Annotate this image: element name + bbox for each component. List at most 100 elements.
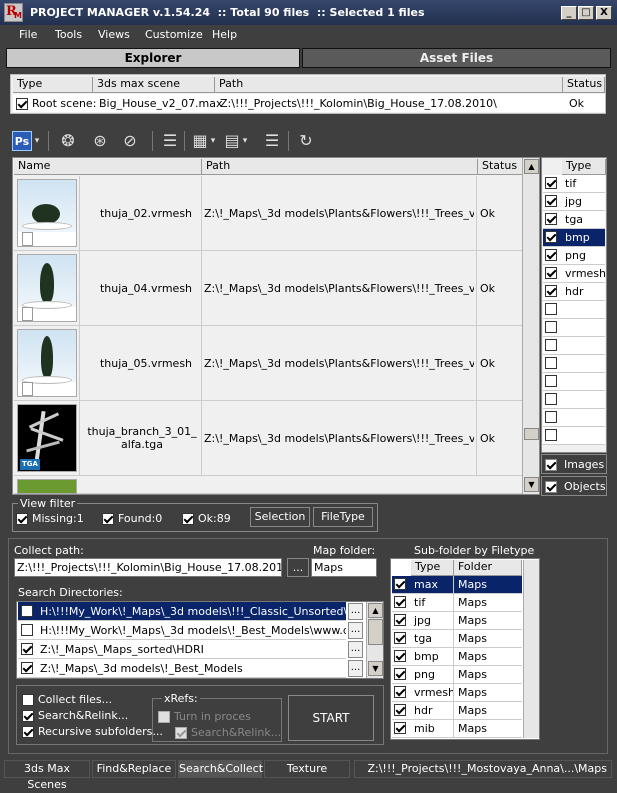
scene-row[interactable]: Root scene: Big_House_v2_07.max Z:\!!!_P… — [13, 94, 605, 112]
maximize-button[interactable]: □ — [578, 6, 594, 20]
type-filter-row[interactable] — [543, 391, 605, 409]
subfolder-checkbox[interactable] — [394, 668, 406, 680]
detail-dropdown-icon[interactable]: ▾ — [240, 131, 250, 151]
search-dir-browse-button[interactable]: ... — [348, 622, 363, 639]
recursive-option[interactable]: Recursive subfolders... — [22, 725, 163, 738]
subfolder-folder[interactable]: Maps — [458, 686, 487, 699]
subfolder-scrollbar[interactable] — [523, 560, 539, 738]
close-button[interactable]: X — [596, 6, 612, 20]
scene-checkbox[interactable] — [16, 98, 28, 110]
tab-3ds-max-scenes[interactable]: 3ds Max Scenes — [4, 760, 90, 791]
search-dir-row[interactable]: H:\!!!My_Work\!_Maps\_3d models\!_Best_M… — [18, 621, 346, 640]
subfolder-checkbox[interactable] — [394, 686, 406, 698]
photoshop-icon[interactable]: Ps — [12, 131, 32, 151]
dirs-scroll-thumb[interactable] — [368, 619, 383, 645]
type-checkbox[interactable] — [545, 411, 557, 423]
search-dir-browse-button[interactable]: ... — [348, 660, 363, 677]
type-filter-row[interactable] — [543, 319, 605, 337]
search-dir-browse-button[interactable]: ... — [348, 603, 363, 620]
images-toggle[interactable]: Images — [541, 454, 607, 474]
search-dir-row[interactable]: Z:\!_Maps\_Maps_sorted\HDRI — [18, 640, 346, 659]
file-row-partial[interactable] — [14, 476, 537, 494]
subfolder-folder[interactable]: Maps — [458, 722, 487, 735]
type-filter-row[interactable]: tga — [543, 211, 605, 229]
dirs-scroll-down-icon[interactable]: ▼ — [368, 661, 383, 676]
type-checkbox[interactable] — [545, 303, 557, 315]
type-checkbox[interactable] — [545, 231, 557, 243]
checker-icon[interactable]: ⊛ — [90, 131, 110, 151]
type-checkbox[interactable] — [545, 357, 557, 369]
subfolder-checkbox[interactable] — [394, 596, 406, 608]
type-checkbox[interactable] — [545, 213, 557, 225]
collect-maps-icon[interactable]: ❂ — [58, 131, 78, 151]
menu-views[interactable]: Views — [98, 28, 130, 41]
filetype-button[interactable]: FileType — [313, 507, 373, 527]
scroll-thumb[interactable] — [524, 428, 539, 440]
tab-explorer[interactable]: Explorer — [6, 48, 300, 68]
subfolder-folder[interactable]: Maps — [458, 632, 487, 645]
type-checkbox[interactable] — [545, 339, 557, 351]
search-dir-checkbox[interactable] — [21, 662, 33, 674]
type-filter-row[interactable]: hdr — [543, 283, 605, 301]
file-row[interactable]: thuja_04.vrmesh Z:\!_Maps\_3d models\Pla… — [14, 251, 537, 326]
file-scrollbar[interactable]: ▲ ▼ — [522, 158, 539, 494]
dirs-scrollbar[interactable]: ▲ ▼ — [366, 602, 383, 678]
turn-in-option[interactable]: Turn in proces — [158, 710, 251, 723]
menu-tools[interactable]: Tools — [55, 28, 82, 41]
refresh-icon[interactable]: ↻ — [296, 131, 316, 151]
search-dir-checkbox[interactable] — [21, 624, 33, 636]
browse-button[interactable]: ... — [287, 558, 309, 577]
tab-find-replace[interactable]: Find&Replace — [92, 760, 176, 778]
type-checkbox[interactable] — [545, 393, 557, 405]
search-relink-option[interactable]: Search&Relink... — [22, 709, 128, 722]
subfolder-folder[interactable]: Maps — [458, 668, 487, 681]
type-checkbox[interactable] — [545, 177, 557, 189]
search-dir-checkbox[interactable] — [21, 643, 33, 655]
subfolder-checkbox[interactable] — [394, 578, 406, 590]
tab-texture[interactable]: Texture — [264, 760, 350, 778]
type-filter-row[interactable]: jpg — [543, 193, 605, 211]
ps-dropdown-icon[interactable]: ▾ — [32, 131, 42, 151]
map-folder-input[interactable]: Maps — [311, 558, 377, 577]
menu-customize[interactable]: Customize — [145, 28, 203, 41]
type-checkbox[interactable] — [545, 195, 557, 207]
scroll-down-icon[interactable]: ▼ — [524, 477, 539, 492]
subfolder-checkbox[interactable] — [394, 632, 406, 644]
type-filter-row[interactable] — [543, 301, 605, 319]
subfolder-row[interactable]: hdr Maps — [392, 702, 522, 720]
subfolder-row[interactable]: tga Maps — [392, 630, 522, 648]
thumbnail-view-icon[interactable]: ▦ — [190, 131, 210, 151]
search-dir-row[interactable]: Z:\!_Maps\_3d models\!_Best_Models — [18, 659, 346, 678]
type-filter-row[interactable]: tif — [543, 175, 605, 193]
type-filter-row[interactable]: png — [543, 247, 605, 265]
search-dir-browse-button[interactable]: ... — [348, 641, 363, 658]
subfolder-checkbox[interactable] — [394, 650, 406, 662]
type-filter-row[interactable] — [543, 409, 605, 427]
tab-asset-files[interactable]: Asset Files — [302, 48, 611, 68]
subfolder-folder[interactable]: Maps — [458, 596, 487, 609]
detail-view-icon[interactable]: ▤ — [222, 131, 242, 151]
relink-icon[interactable]: ⊘ — [120, 131, 140, 151]
search-dir-checkbox[interactable] — [21, 605, 33, 617]
dirs-scroll-up-icon[interactable]: ▲ — [368, 603, 383, 618]
list-view-icon[interactable]: ☰ — [262, 131, 282, 151]
type-checkbox[interactable] — [545, 285, 557, 297]
subfolder-folder[interactable]: Maps — [458, 704, 487, 717]
subfolder-row[interactable]: bmp Maps — [392, 648, 522, 666]
subfolder-checkbox[interactable] — [394, 704, 406, 716]
file-row[interactable]: thuja_02.vrmesh Z:\!_Maps\_3d models\Pla… — [14, 176, 537, 251]
add-list-icon[interactable]: ☰ — [160, 131, 180, 151]
subfolder-row[interactable]: tif Maps — [392, 594, 522, 612]
menu-help[interactable]: Help — [212, 28, 237, 41]
scroll-up-icon[interactable]: ▲ — [524, 159, 539, 174]
type-filter-row[interactable]: vrmesh — [543, 265, 606, 283]
menu-file[interactable]: File — [19, 28, 37, 41]
view-dropdown-icon[interactable]: ▾ — [208, 131, 218, 151]
subfolder-checkbox[interactable] — [394, 614, 406, 626]
type-checkbox[interactable] — [545, 429, 557, 441]
collect-files-option[interactable]: Collect files... — [22, 693, 112, 706]
type-filter-row[interactable] — [543, 373, 605, 391]
subfolder-row[interactable]: jpg Maps — [392, 612, 522, 630]
type-checkbox[interactable] — [545, 321, 557, 333]
ok-filter[interactable]: Ok:89 — [182, 512, 231, 525]
